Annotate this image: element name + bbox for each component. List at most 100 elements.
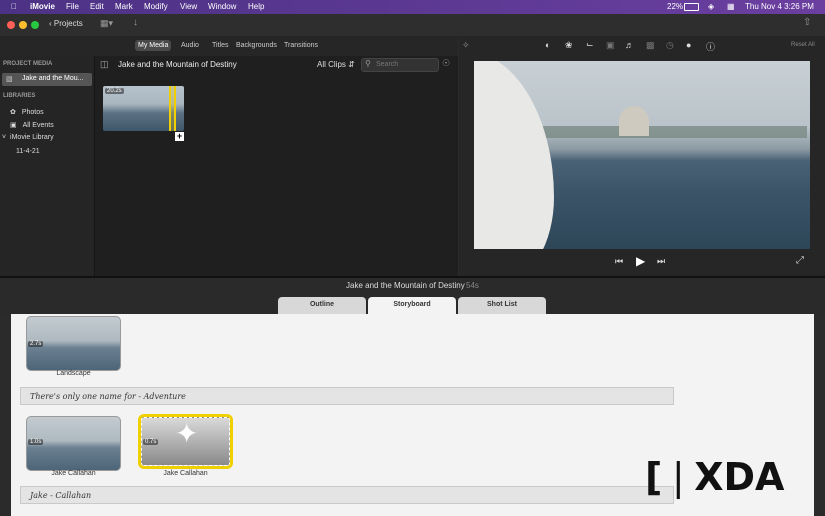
sidebar-item-library[interactable]: ˅ iMovie Library bbox=[2, 134, 54, 141]
media-clip-thumbnail[interactable]: 20.2s bbox=[103, 86, 184, 131]
menu-file[interactable]: File bbox=[66, 2, 79, 11]
placeholder-frame: ✦ 0.7s bbox=[141, 417, 230, 466]
menu-window[interactable]: Window bbox=[208, 2, 236, 11]
skimmer-selection[interactable] bbox=[169, 86, 176, 131]
menu-view[interactable]: View bbox=[180, 2, 197, 11]
tab-outline[interactable]: Outline bbox=[278, 297, 366, 314]
zoom-window-button[interactable] bbox=[31, 21, 39, 29]
viewer-panel: ✧ ◐ ❀ ⌙ ▣ ♬ ▩ ◷ ● ⓘ Reset All ⏮ ▶ ⏭ ⤢ bbox=[459, 36, 825, 276]
projects-button[interactable]: ‹ Projects bbox=[49, 19, 83, 28]
previous-icon[interactable]: ⏮ bbox=[615, 256, 623, 267]
search-field[interactable]: ⚲ Search bbox=[361, 58, 439, 72]
control-center-icon[interactable]: ▦ bbox=[727, 2, 735, 11]
media-browser: ◫ Jake and the Mountain of Destiny All C… bbox=[95, 56, 458, 276]
share-icon[interactable]: ⇧ bbox=[803, 17, 811, 28]
clip-duration: 0.7s bbox=[143, 439, 159, 445]
crop-icon[interactable]: ⌙ bbox=[586, 39, 594, 50]
sidebar-item-photos[interactable]: ✿ Photos bbox=[10, 108, 44, 116]
ship-hull bbox=[474, 61, 554, 249]
libraries-header: LIBRARIES bbox=[3, 93, 36, 99]
tab-audio[interactable]: Audio bbox=[181, 42, 199, 49]
xda-watermark: [❘XDA bbox=[645, 456, 805, 501]
color-correction-icon[interactable]: ❀ bbox=[565, 40, 573, 51]
menu-modify[interactable]: Modify bbox=[144, 2, 168, 11]
toolbar: ‹ Projects ▦▾ ↓ ⇧ bbox=[0, 14, 825, 37]
tab-transitions[interactable]: Transitions bbox=[284, 42, 318, 49]
project-duration: 54s bbox=[466, 281, 479, 290]
clip-caption: Jake Callahan bbox=[51, 470, 96, 477]
sidebar-item-all-events-label: All Events bbox=[22, 122, 54, 129]
play-icon[interactable]: ▶ bbox=[636, 254, 645, 268]
next-icon[interactable]: ⏭ bbox=[657, 256, 665, 267]
stabilization-icon[interactable]: ▣ bbox=[606, 40, 615, 51]
browser-title: Jake and the Mountain of Destiny bbox=[118, 60, 237, 69]
volume-icon[interactable]: ♬ bbox=[625, 40, 634, 50]
layout-icon[interactable]: ▦▾ bbox=[100, 18, 113, 29]
info-icon[interactable]: ⓘ bbox=[706, 40, 715, 53]
fullscreen-icon[interactable]: ⤢ bbox=[796, 255, 804, 266]
star-icon: ▣ bbox=[10, 122, 17, 129]
storyboard-title-block[interactable]: Jake - Callahan bbox=[20, 486, 674, 504]
filter-icon[interactable]: ● bbox=[686, 40, 691, 50]
import-icon[interactable]: ↓ bbox=[133, 17, 138, 28]
watermark-text: XDA bbox=[694, 455, 785, 499]
storyboard-clip-jake[interactable]: 1.0s bbox=[26, 416, 121, 471]
photos-icon: ✿ bbox=[10, 109, 16, 116]
apple-icon[interactable]:  bbox=[11, 2, 17, 11]
chevron-down-icon: ˅ bbox=[2, 134, 7, 141]
sidebar-item-event[interactable]: 11-4-21 bbox=[16, 148, 40, 155]
search-placeholder: Search bbox=[376, 61, 399, 68]
shoreline bbox=[542, 126, 807, 138]
xda-logo-icon: [❘ bbox=[645, 455, 695, 499]
settings-icon[interactable]: ☉ bbox=[442, 58, 450, 69]
menu-help[interactable]: Help bbox=[248, 2, 264, 11]
storyboard-clip-placeholder-selected[interactable]: ✦ 0.7s bbox=[138, 414, 233, 469]
tab-storyboard[interactable]: Storyboard bbox=[368, 297, 456, 314]
add-clip-button[interactable]: + bbox=[175, 132, 184, 141]
video-preview[interactable] bbox=[474, 61, 810, 249]
battery-percent: 22% bbox=[667, 2, 684, 11]
magic-wand-icon[interactable]: ✧ bbox=[462, 40, 470, 51]
clip-duration: 20.2s bbox=[105, 88, 124, 94]
menu-edit[interactable]: Edit bbox=[90, 2, 104, 11]
clip-filter-label: All Clips bbox=[317, 60, 346, 69]
menu-mark[interactable]: Mark bbox=[115, 2, 133, 11]
close-window-button[interactable] bbox=[7, 21, 15, 29]
clip-filter-select[interactable]: All Clips ⇵ bbox=[317, 60, 355, 69]
storyboard: 2.7s Landscape There's only one name for… bbox=[11, 314, 814, 516]
clip-duration: 2.7s bbox=[28, 341, 44, 347]
battery-icon[interactable] bbox=[684, 3, 699, 11]
storyboard-clip-landscape[interactable]: 2.7s bbox=[26, 316, 121, 371]
running-figure-icon: ✦ bbox=[175, 418, 199, 449]
sidebar-item-photos-label: Photos bbox=[21, 109, 44, 116]
wifi-icon[interactable]: ◈ bbox=[708, 2, 714, 11]
media-tab-bar: My Media Audio Titles Backgrounds Transi… bbox=[0, 36, 458, 56]
tab-backgrounds[interactable]: Backgrounds bbox=[236, 42, 277, 49]
minimize-window-button[interactable] bbox=[19, 21, 27, 29]
clip-caption: Jake Callahan bbox=[163, 470, 208, 477]
projects-label: Projects bbox=[53, 19, 83, 28]
search-icon: ⚲ bbox=[365, 59, 371, 68]
menu-app[interactable]: iMovie bbox=[30, 2, 55, 11]
tab-my-media[interactable]: My Media bbox=[135, 40, 172, 51]
film-icon: ▧ bbox=[6, 76, 13, 83]
sidebar-toggle-icon[interactable]: ◫ bbox=[100, 59, 109, 70]
library-sidebar: PROJECT MEDIA ▧ Jake and the Mou... LIBR… bbox=[0, 56, 95, 276]
menu-bar:  iMovie File Edit Mark Modify View Wind… bbox=[0, 0, 825, 14]
sidebar-item-library-label: iMovie Library bbox=[10, 134, 54, 141]
storyboard-title-block[interactable]: There's only one name for - Adventure bbox=[20, 387, 674, 405]
sidebar-item-project[interactable]: ▧ Jake and the Mou... bbox=[2, 73, 92, 86]
reset-all-button[interactable]: Reset All bbox=[791, 42, 815, 48]
sidebar-item-project-label: Jake and the Mou... bbox=[22, 75, 84, 82]
project-title: Jake and the Mountain of Destiny bbox=[346, 281, 465, 290]
clip-caption: Landscape bbox=[56, 370, 91, 377]
mosque bbox=[619, 106, 649, 136]
tab-shot-list[interactable]: Shot List bbox=[458, 297, 546, 314]
project-media-header: PROJECT MEDIA bbox=[3, 61, 53, 67]
speed-icon[interactable]: ◷ bbox=[666, 40, 674, 51]
color-balance-icon[interactable]: ◐ bbox=[545, 40, 550, 50]
menu-datetime[interactable]: Thu Nov 4 3:26 PM bbox=[745, 2, 814, 11]
sidebar-item-all-events[interactable]: ▣ All Events bbox=[10, 121, 54, 129]
equalizer-icon[interactable]: ▩ bbox=[646, 40, 655, 51]
tab-titles[interactable]: Titles bbox=[212, 42, 228, 49]
